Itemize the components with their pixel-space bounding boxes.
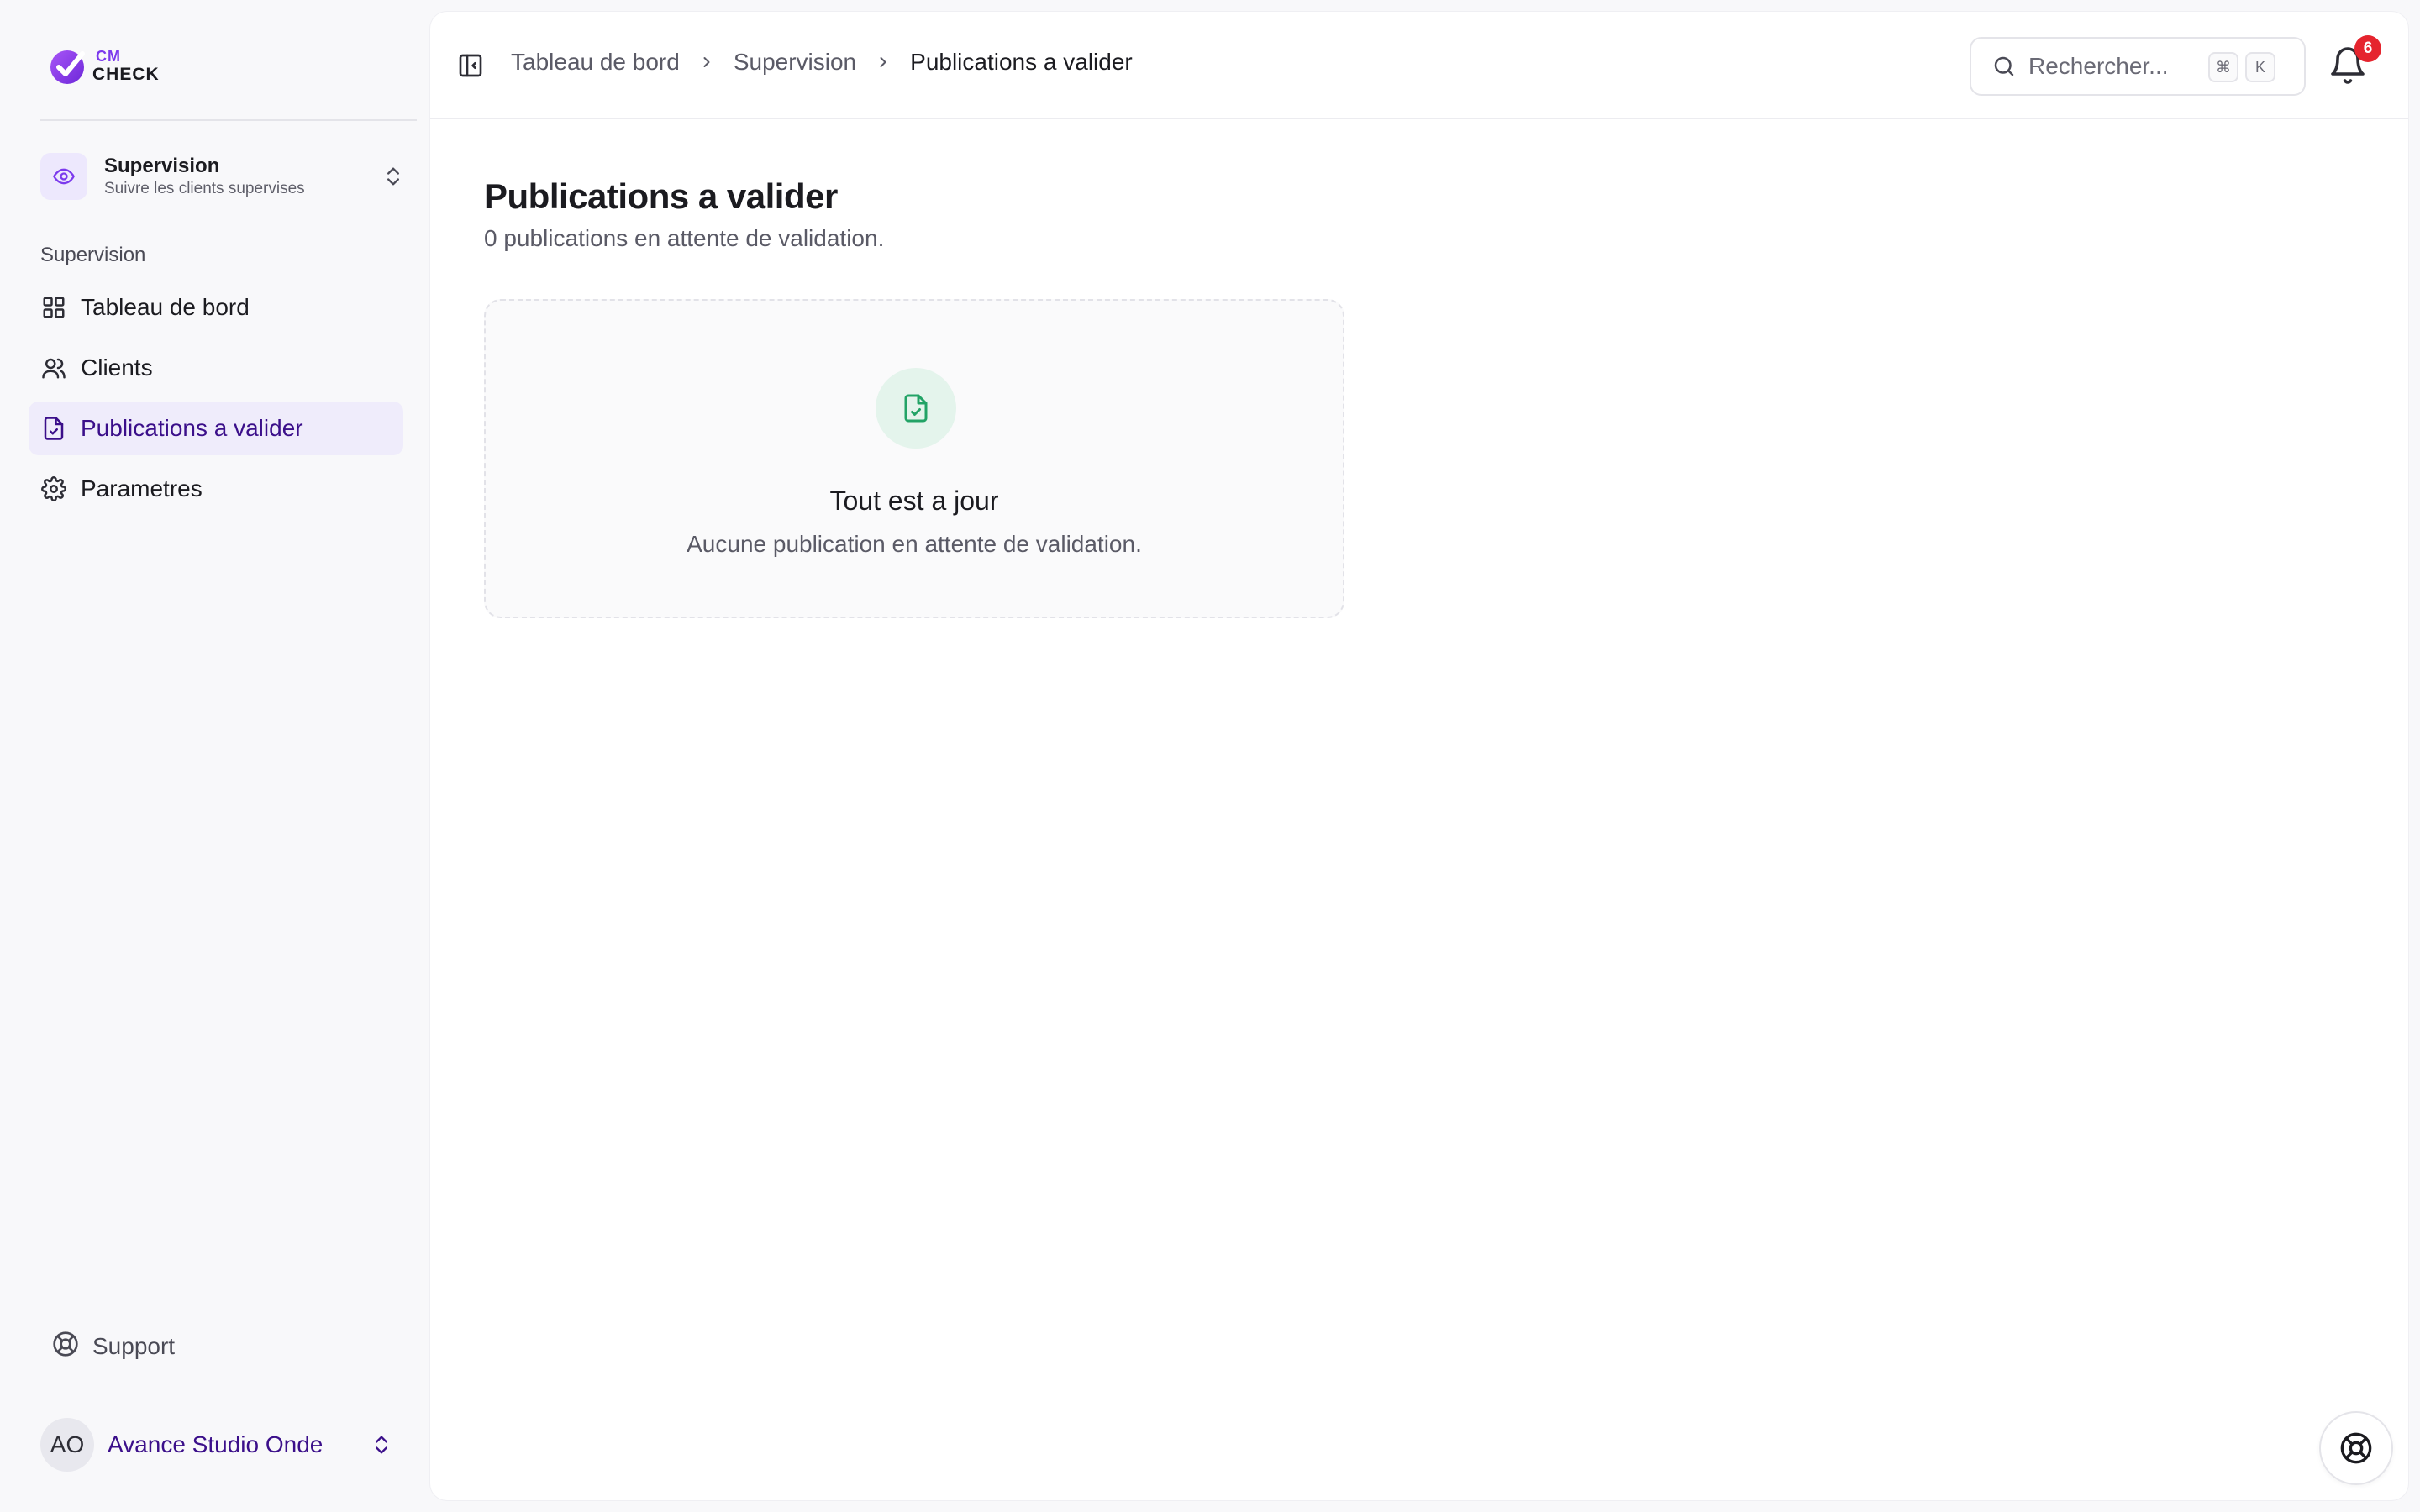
file-check-icon [876, 368, 956, 449]
notification-badge: 6 [2354, 35, 2381, 62]
eye-icon [40, 153, 87, 200]
file-check-icon [40, 415, 67, 442]
logo[interactable]: CM CHECK [49, 45, 160, 86]
empty-state-description: Aucune publication en attente de validat… [687, 531, 1142, 557]
chevron-up-down-icon [387, 167, 399, 186]
avatar: AO [40, 1418, 94, 1472]
page-title: Publications a valider [484, 176, 838, 216]
sidebar-item-clients[interactable]: Clients [29, 341, 403, 395]
workspace-subtitle: Suivre les clients supervises [104, 180, 305, 197]
support-link[interactable]: Support [52, 1331, 175, 1362]
workspace-title: Supervision [104, 155, 220, 177]
user-name: Avance Studio Onde [108, 1431, 324, 1457]
sidebar-item-publications-a-valider[interactable]: Publications a valider [29, 402, 403, 455]
app-window: CM CHECK Supervision Suivre les clients … [0, 0, 2420, 1512]
search-icon [1994, 56, 2014, 76]
sidebar-nav: Tableau de bord Clients Publications a v… [29, 281, 403, 522]
breadcrumb: Tableau de bord Supervision Publications… [511, 49, 1133, 76]
search-input[interactable]: Rechercher... ⌘ K [1970, 37, 2306, 96]
sidebar-divider [40, 119, 417, 121]
logo-wordmark: CM CHECK [92, 47, 160, 84]
gear-icon [40, 475, 67, 502]
lifebuoy-icon [2340, 1432, 2372, 1464]
sidebar-item-parametres[interactable]: Parametres [29, 462, 403, 516]
shortcut-key-cmd: ⌘ [2208, 52, 2238, 82]
breadcrumb-item-current: Publications a valider [910, 49, 1133, 75]
grid-icon [40, 294, 67, 321]
sidebar-toggle-icon[interactable] [457, 52, 484, 79]
sidebar-item-label: Tableau de bord [81, 294, 250, 320]
sidebar-item-label: Clients [81, 354, 153, 381]
sidebar: CM CHECK Supervision Suivre les clients … [0, 0, 430, 1512]
breadcrumb-item-tableau-de-bord[interactable]: Tableau de bord [511, 49, 680, 76]
logo-check-icon [50, 50, 85, 84]
logo-text-check: CHECK [92, 65, 160, 84]
breadcrumb-item-supervision[interactable]: Supervision [734, 49, 856, 76]
support-label: Support [92, 1332, 176, 1359]
sidebar-item-label: Publications a valider [81, 415, 303, 441]
help-button[interactable] [2319, 1411, 2393, 1485]
lifebuoy-icon [52, 1331, 79, 1362]
search-placeholder: Rechercher... [2028, 53, 2169, 79]
sidebar-item-tableau-de-bord[interactable]: Tableau de bord [29, 281, 403, 334]
empty-state-card: Tout est a jour Aucune publication en at… [484, 299, 1344, 618]
chevron-up-down-icon [376, 1436, 387, 1454]
workspace-switcher[interactable]: Supervision Suivre les clients supervise… [40, 150, 417, 203]
shortcut-key-k: K [2245, 52, 2275, 82]
page-subtitle: 0 publications en attente de validation. [484, 225, 885, 251]
main-panel: Tableau de bord Supervision Publications… [430, 12, 2408, 1500]
sidebar-item-label: Parametres [81, 475, 203, 501]
nav-section-label: Supervision [40, 244, 146, 266]
chevron-right-icon [698, 54, 715, 71]
empty-state-title: Tout est a jour [829, 486, 999, 516]
users-icon [40, 354, 67, 381]
user-menu[interactable]: AO Avance Studio Onde [40, 1418, 393, 1472]
logo-text-cm: CM [96, 48, 121, 65]
chevron-right-icon [875, 54, 892, 71]
topbar: Tableau de bord Supervision Publications… [430, 12, 2408, 119]
